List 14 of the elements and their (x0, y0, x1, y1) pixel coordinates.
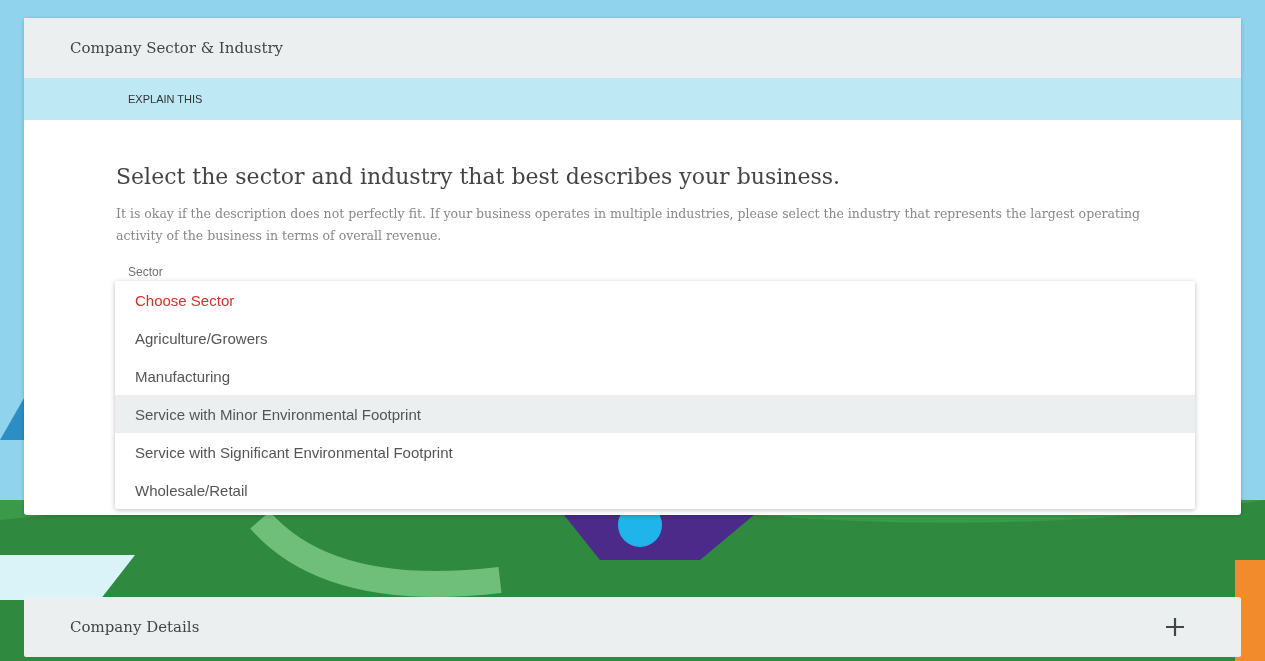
dropdown-option[interactable]: Service with Significant Environmental Footprint (115, 433, 1195, 471)
dropdown-option[interactable]: Agriculture/Growers (115, 319, 1195, 357)
dropdown-option[interactable]: Service with Minor Environmental Footprint (115, 395, 1195, 433)
collapsed-panel[interactable]: Company Details (24, 597, 1241, 657)
dropdown-option[interactable]: Choose Sector (115, 281, 1195, 319)
dropdown-option[interactable]: Manufacturing (115, 357, 1195, 395)
plus-icon[interactable] (1165, 617, 1185, 637)
question-heading: Select the sector and industry that best describes your business. (116, 164, 841, 189)
panel-title: Company Details (70, 618, 200, 636)
dropdown-option[interactable]: Wholesale/Retail (115, 471, 1195, 509)
explain-link[interactable]: EXPLAIN THIS (128, 93, 203, 105)
panel-title: Company Sector & Industry (70, 39, 284, 57)
field-label: Sector (128, 265, 164, 279)
question-description: It is okay if the description does not perfectly fit. If your business operates in multiple industries, please select the industry that represents the largest operating activity of the business in terms of overall revenue. (116, 205, 1142, 245)
